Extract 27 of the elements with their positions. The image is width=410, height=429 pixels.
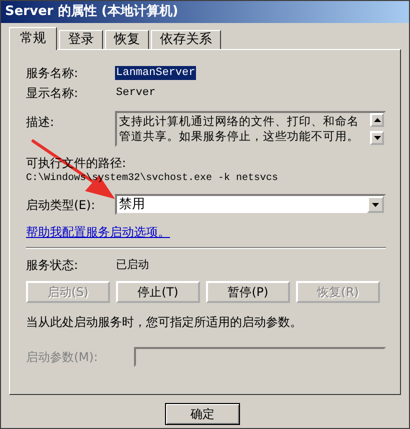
tab[interactable]: 常规 [9,27,57,50]
down-arrow-icon [374,136,380,140]
field-value: Server [115,86,157,100]
field-value: LanmanServer [115,66,196,80]
startup-type-dropdown[interactable]: 禁用 [115,194,386,215]
window-title: Server 的属性 (本地计算机) [1,1,409,23]
description-text: 支持此计算机通过网络的文件、打印、和命名管道共享。如果服务停止，这些功能不可用。 [118,113,360,145]
scroll-up-button[interactable] [370,113,384,127]
tab[interactable]: 依存关系 [151,30,221,49]
up-arrow-icon [374,118,380,122]
field-label: 服务状态: [26,258,78,272]
tab[interactable]: 登录 [59,30,103,49]
field-label: 启动参数(M): [26,350,98,364]
down-arrow-icon [372,202,379,206]
ok-button[interactable]: 确定 [165,403,240,425]
status-value: 已启动 [115,258,150,272]
field-label: 服务名称: [26,66,78,80]
service-button[interactable]: 停止(T) [116,281,200,303]
field-label: 启动类型(E): [26,198,95,212]
field-label: 描述: [26,115,54,129]
field-label: 显示名称: [26,86,78,100]
hint-text: 当从此处启动服务时，您可指定所适用的启动参数。 [26,315,302,329]
help-link[interactable]: 帮助我配置服务启动选项。 [26,225,170,239]
dropdown-button[interactable] [367,196,384,213]
service-button[interactable]: 暂停(P) [206,281,290,303]
tab[interactable]: 恢复 [105,30,149,49]
scroll-down-button[interactable] [370,131,384,145]
